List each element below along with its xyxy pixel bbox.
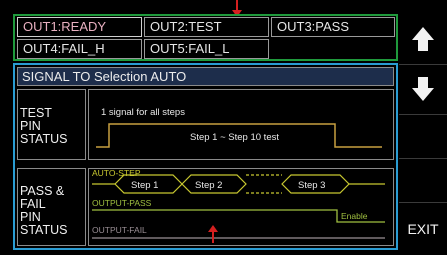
signal-panel: SIGNAL TO Selection AUTO TEST PIN STATUS… xyxy=(13,63,398,250)
output-status-grid: OUT1:READY OUT2:TEST OUT3:PASS OUT4:FAIL… xyxy=(13,14,398,61)
output-3-status[interactable]: OUT3:PASS xyxy=(271,17,395,37)
pass-fail-label-line: STATUS xyxy=(20,223,68,237)
output-fail-label: OUTPUT-FAIL xyxy=(92,225,147,235)
test-pin-note: 1 signal for all steps xyxy=(101,107,185,118)
signal-selection-bar[interactable]: SIGNAL TO Selection AUTO xyxy=(17,67,394,86)
arrow-up-icon xyxy=(412,27,434,51)
output-4-status[interactable]: OUT4:FAIL_H xyxy=(17,39,142,59)
exit-button[interactable]: EXIT xyxy=(399,202,447,255)
softkey-blank-3[interactable] xyxy=(399,114,447,158)
step-2-label: Step 2 xyxy=(195,180,222,191)
test-pin-timing-box: 1 signal for all steps Step 1 ~ Step 10 … xyxy=(88,89,394,160)
scroll-down-button[interactable] xyxy=(399,64,447,114)
exit-label: EXIT xyxy=(407,221,439,237)
softkey-blank-4[interactable] xyxy=(399,158,447,202)
softkey-column: EXIT xyxy=(399,14,447,255)
test-pin-range-text: Step 1 ~ Step 10 test xyxy=(190,132,279,143)
arrow-down-icon xyxy=(412,77,434,101)
auto-step-label: AUTO-STEP xyxy=(92,169,141,178)
step-3-label: Step 3 xyxy=(298,180,325,191)
annotation-arrow-bottom xyxy=(208,225,218,243)
output-5-status[interactable]: OUT5:FAIL_L xyxy=(144,39,269,59)
scroll-up-button[interactable] xyxy=(399,14,447,64)
step-1-label: Step 1 xyxy=(131,180,158,191)
output-1-status[interactable]: OUT1:READY xyxy=(17,17,142,37)
test-pin-label-line: STATUS xyxy=(20,132,68,146)
output-pass-enable-label: Enable xyxy=(341,211,368,221)
pass-fail-timing-box: AUTO-STEP Step 1 Step 2 Step 3 OUTPUT-PA… xyxy=(88,168,394,246)
pass-fail-status-label: PASS & FAIL PIN STATUS xyxy=(17,168,86,246)
output-2-status[interactable]: OUT2:TEST xyxy=(144,17,269,37)
output-pass-label: OUTPUT-PASS xyxy=(92,198,152,208)
pass-fail-timing-diagram: AUTO-STEP Step 1 Step 2 Step 3 OUTPUT-PA… xyxy=(92,169,385,239)
test-pin-timing-diagram: 1 signal for all steps Step 1 ~ Step 10 … xyxy=(96,107,382,148)
test-pin-status-label: TEST PIN STATUS xyxy=(17,89,86,160)
auto-signal-screen: OUT1:READY OUT2:TEST OUT3:PASS OUT4:FAIL… xyxy=(0,0,447,255)
